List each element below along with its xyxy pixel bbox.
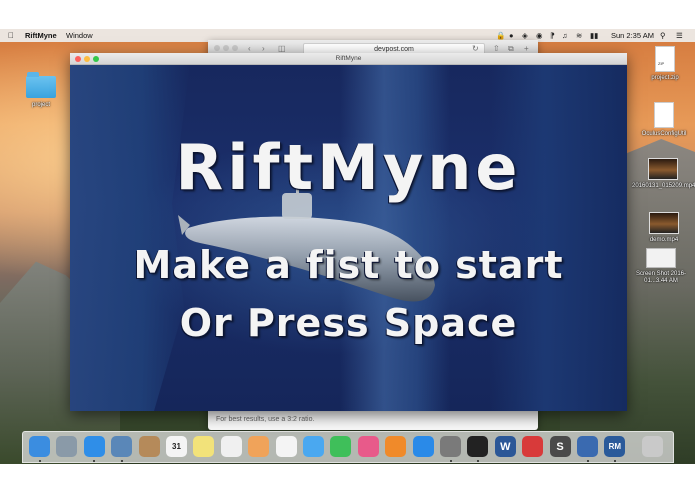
dock-item-label: W bbox=[500, 440, 511, 453]
photos-icon[interactable] bbox=[248, 436, 270, 457]
trash-icon[interactable] bbox=[641, 436, 663, 457]
game-titlebar[interactable]: RiftMyne bbox=[70, 53, 627, 65]
desktop-icon-label: project.zip bbox=[651, 75, 679, 81]
desktop-icon-project-zip[interactable]: ZIP project.zip bbox=[638, 46, 692, 81]
desktop-icon-label: OculusConfigUtil bbox=[641, 131, 687, 137]
dock-running-indicator bbox=[38, 460, 41, 462]
dock-item-label: S bbox=[556, 440, 564, 453]
apple-menu-icon[interactable]:  bbox=[8, 29, 14, 42]
textedit-icon[interactable] bbox=[275, 436, 297, 457]
riftmyne-icon[interactable]: RM bbox=[604, 436, 626, 457]
wifi-icon[interactable]: ≋ bbox=[576, 29, 582, 42]
start-instruction-fist: Make a fist to start bbox=[133, 243, 564, 287]
dock: 31 W S RM bbox=[22, 431, 674, 463]
screenshot-thumbnail-icon bbox=[646, 248, 676, 268]
sublime-icon[interactable]: S bbox=[549, 436, 571, 457]
letterbox-top bbox=[0, 0, 695, 29]
dock-running-indicator bbox=[120, 460, 123, 462]
browser-close-button[interactable] bbox=[214, 45, 220, 51]
bluetooth-icon[interactable]: ⁋ bbox=[550, 29, 555, 42]
dock-running-indicator bbox=[93, 460, 96, 462]
facetime-icon[interactable] bbox=[330, 436, 352, 457]
notification-center-icon[interactable]: ☰ bbox=[676, 29, 683, 42]
submarine-image bbox=[178, 177, 435, 302]
desktop-icon-project[interactable]: project bbox=[18, 72, 64, 108]
desktop-icon-oculus-config-util[interactable]: OculusConfigUtil bbox=[636, 102, 692, 137]
system-preferences-icon[interactable] bbox=[440, 436, 461, 457]
zip-file-icon: ZIP bbox=[655, 46, 675, 72]
notes-icon[interactable] bbox=[193, 436, 215, 457]
desktop-icon-label: demo.mp4 bbox=[649, 237, 679, 243]
app-store-icon[interactable] bbox=[412, 436, 434, 457]
folder-icon bbox=[26, 72, 56, 98]
dock-running-indicator bbox=[449, 460, 452, 462]
riftmyne-window[interactable]: RiftMyne RiftMyne Make a fist to start O… bbox=[70, 53, 627, 411]
spotlight-search-icon[interactable]: ⚲ bbox=[660, 29, 666, 42]
start-instruction-space: Or Press Space bbox=[179, 301, 518, 345]
dock-running-indicator bbox=[586, 460, 589, 462]
dock-item-label: 31 bbox=[172, 442, 181, 451]
calendar-icon[interactable]: 31 bbox=[166, 436, 187, 457]
window-zoom-button[interactable] bbox=[93, 55, 99, 62]
desktop-icon-screen-shot[interactable]: Screen Shot 2016-01...3.44 AM bbox=[628, 248, 694, 285]
battery-icon[interactable]: ▮▮ bbox=[590, 29, 598, 42]
contacts-icon[interactable] bbox=[138, 436, 160, 457]
dock-running-indicator bbox=[476, 460, 479, 462]
menu-clock[interactable]: Sun 2:35 AM bbox=[611, 29, 654, 42]
desktop-icon-label: 20160131_015209.mp4 bbox=[632, 183, 695, 189]
desktop-icon-demo-mp4[interactable]: demo.mp4 bbox=[636, 212, 692, 243]
launchpad-icon[interactable] bbox=[56, 436, 78, 457]
dock-item-label: RM bbox=[608, 442, 622, 451]
window-close-button[interactable] bbox=[75, 55, 81, 62]
letterbox-bottom bbox=[0, 464, 695, 494]
browser-footer-hint: For best results, use a 3:2 ratio. bbox=[216, 416, 315, 423]
ibooks-icon[interactable] bbox=[385, 436, 407, 457]
video-thumbnail-icon bbox=[649, 212, 679, 234]
finder-icon[interactable] bbox=[29, 436, 50, 457]
preview-icon[interactable] bbox=[111, 436, 133, 457]
quicktime-icon[interactable] bbox=[577, 436, 598, 457]
url-text: devpost.com bbox=[374, 46, 414, 53]
app-document-icon bbox=[654, 102, 674, 128]
dock-running-indicator bbox=[613, 460, 616, 462]
itunes-icon[interactable] bbox=[357, 436, 379, 457]
menu-window[interactable]: Window bbox=[66, 29, 93, 42]
browser-minimize-button[interactable] bbox=[223, 45, 229, 51]
word-icon[interactable]: W bbox=[494, 436, 516, 457]
browser-zoom-button[interactable] bbox=[232, 45, 238, 51]
desktop-icon-label: project bbox=[31, 102, 50, 108]
menu-app-name[interactable]: RiftMyne bbox=[25, 29, 57, 42]
window-title: RiftMyne bbox=[335, 55, 362, 62]
video-thumbnail-icon bbox=[648, 158, 678, 180]
game-headline: RiftMyne bbox=[175, 131, 522, 204]
reminders-icon[interactable] bbox=[220, 436, 242, 457]
desktop-icon-label: Screen Shot 2016-01...3.44 AM bbox=[635, 271, 687, 284]
messages-icon[interactable] bbox=[303, 436, 324, 457]
terminal-icon[interactable] bbox=[467, 436, 489, 457]
volume-icon[interactable]: ♫ bbox=[562, 29, 568, 42]
window-minimize-button[interactable] bbox=[84, 55, 90, 62]
desktop-icon-video-1[interactable]: 20160131_015209.mp4 bbox=[632, 158, 695, 190]
game-canvas[interactable]: RiftMyne Make a fist to start Or Press S… bbox=[70, 65, 627, 411]
safari-icon[interactable] bbox=[83, 436, 105, 457]
screen:  RiftMyne Window 🔒 ● ◈ ◉ ⁋ ♫ ≋ ▮▮ Sun 2… bbox=[0, 0, 695, 494]
parallels-icon[interactable] bbox=[522, 436, 544, 457]
